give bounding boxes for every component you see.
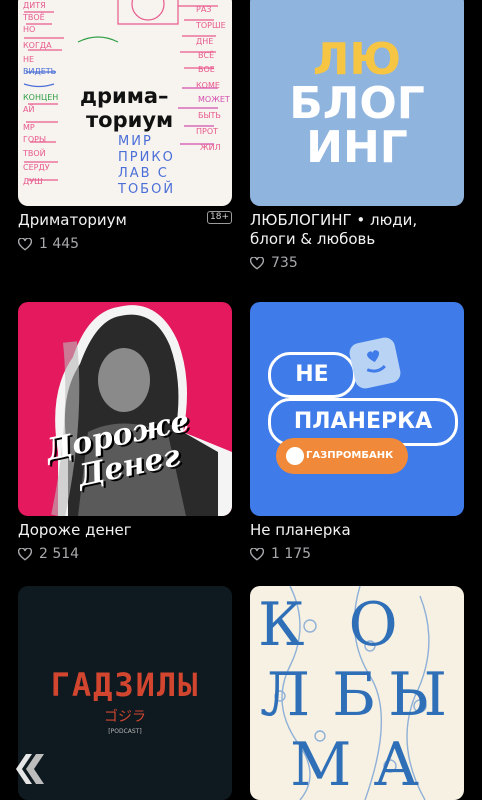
cover-letter-3: Л: [260, 660, 311, 730]
svg-text:АЙ: АЙ: [23, 103, 34, 114]
podcast-title[interactable]: ЛЮБЛОГИНГ • люди, блоги & любовь: [250, 211, 450, 249]
cover-letter-5: Ы: [388, 660, 448, 730]
svg-text:РАЗ: РАЗ: [196, 5, 211, 14]
svg-text:ТВОЙ: ТВОЙ: [22, 147, 46, 158]
svg-text:ТВОЁ: ТВОЁ: [22, 12, 45, 22]
svg-text:НО: НО: [23, 25, 35, 34]
cover-kolyma: КО ЛБЫ МА: [250, 586, 464, 800]
likes-row: 1 175: [250, 546, 464, 562]
svg-text:ДНЕ: ДНЕ: [196, 37, 213, 46]
heart-icon[interactable]: [18, 547, 32, 561]
likes-row: 2 514: [18, 546, 232, 562]
cover-sub-text: ゴジラ: [104, 709, 146, 725]
svg-text:КОНЦЕН: КОНЦЕН: [23, 93, 58, 102]
svg-text:МР: МР: [23, 123, 35, 132]
svg-text:НЕ: НЕ: [23, 55, 34, 64]
hand-heart-icon: [347, 335, 403, 391]
podcast-card-ne-planerka[interactable]: НЕ ПЛАНЕРКА ГАЗПРОМБАНК Не планерка 1 17…: [250, 302, 464, 562]
cover-line-2: БЛОГ: [289, 78, 425, 129]
likes-row: 1 445: [18, 236, 232, 252]
svg-text:МОЖЕТ: МОЖЕТ: [198, 95, 230, 104]
podcast-title[interactable]: Дриматориум: [18, 211, 232, 230]
cover-lyublogging: ЛЮ БЛОГ ИНГ: [250, 0, 464, 206]
cover-letter-2: О: [348, 590, 398, 660]
podcast-title[interactable]: Не планерка: [250, 521, 464, 540]
podcast-card-drimatorium[interactable]: ДИТЯ ТВОЁ НО КОГДА НЕ ВИДЕТЬ КОНЦЕН АЙ МР ГОРЫ…: [18, 0, 232, 252]
svg-text:ЖИЛ: ЖИЛ: [200, 143, 221, 152]
cover-letter-4: Б: [332, 660, 377, 730]
svg-text:ГОРЫ: ГОРЫ: [23, 135, 46, 144]
cover-note: МИР ПРИКО ЛАВ С ТОБОЙ: [118, 134, 176, 197]
cover-title-line-1: дрима–: [80, 84, 169, 108]
svg-text:ДУШ: ДУШ: [23, 177, 43, 186]
cover-line-3: ИНГ: [306, 122, 408, 173]
podcast-title[interactable]: Дороже денег: [18, 521, 232, 540]
cover-dorozhe-deneg: Дороже Денег: [18, 302, 232, 516]
podcast-card-kolyma[interactable]: КО ЛБЫ МА: [250, 586, 464, 800]
svg-text:БОЕ: БОЕ: [198, 65, 215, 74]
cover-letter-7: А: [373, 730, 419, 800]
svg-text:ДИТЯ: ДИТЯ: [23, 1, 46, 10]
bank-logo-icon: [286, 447, 304, 465]
svg-text:ВСЁ: ВСЁ: [198, 50, 214, 60]
cover-ne-planerka: НЕ ПЛАНЕРКА ГАЗПРОМБАНК: [250, 302, 464, 516]
cover-gadzily: ГАДЗИЛЫ ゴジラ [PODCAST]: [18, 586, 232, 800]
age-rating-badge: 18+: [207, 211, 232, 224]
svg-text:ВИДЕТЬ: ВИДЕТЬ: [23, 67, 56, 76]
svg-text:КОГДА: КОГДА: [23, 41, 52, 50]
cover-letter-1: К: [258, 590, 305, 660]
cover-pill-ne: НЕ: [268, 352, 356, 398]
podcast-card-dorozhe-deneg[interactable]: Дороже Денег Дороже денег 2 514: [18, 302, 232, 562]
svg-text:БЫТЬ: БЫТЬ: [198, 111, 221, 120]
cover-line-1: ЛЮ: [312, 34, 402, 85]
cover-letter-6: М: [290, 730, 352, 800]
likes-count: 1 175: [271, 546, 312, 562]
likes-count: 1 445: [39, 236, 80, 252]
bank-badge: ГАЗПРОМБАНК: [276, 438, 408, 474]
cover-drimatorium: ДИТЯ ТВОЁ НО КОГДА НЕ ВИДЕТЬ КОНЦЕН АЙ МР ГОРЫ…: [18, 0, 232, 206]
heart-icon[interactable]: [18, 237, 32, 251]
cover-main-text: ГАДЗИЛЫ: [50, 666, 200, 704]
likes-row: 735: [250, 255, 464, 271]
bank-name: ГАЗПРОМБАНК: [306, 450, 394, 461]
heart-icon[interactable]: [250, 547, 264, 561]
svg-text:СЕРДУ: СЕРДУ: [23, 163, 50, 172]
svg-text:ТОРШЕ: ТОРШЕ: [195, 21, 226, 30]
app-logo-icon[interactable]: [14, 752, 46, 786]
likes-count: 2 514: [39, 546, 80, 562]
podcast-card-gadzily[interactable]: ГАДЗИЛЫ ゴジラ [PODCAST]: [18, 586, 232, 800]
cover-small-text: [PODCAST]: [108, 728, 142, 735]
cover-title-line-2: ториум: [86, 108, 174, 132]
podcast-card-lyublogging[interactable]: ЛЮ БЛОГ ИНГ ЛЮБЛОГИНГ • люди, блоги & лю…: [250, 0, 464, 271]
svg-text:ПРОТ: ПРОТ: [196, 127, 218, 136]
heart-icon[interactable]: [250, 256, 264, 270]
svg-text:КОМЕ: КОМЕ: [196, 81, 220, 90]
likes-count: 735: [271, 255, 298, 271]
